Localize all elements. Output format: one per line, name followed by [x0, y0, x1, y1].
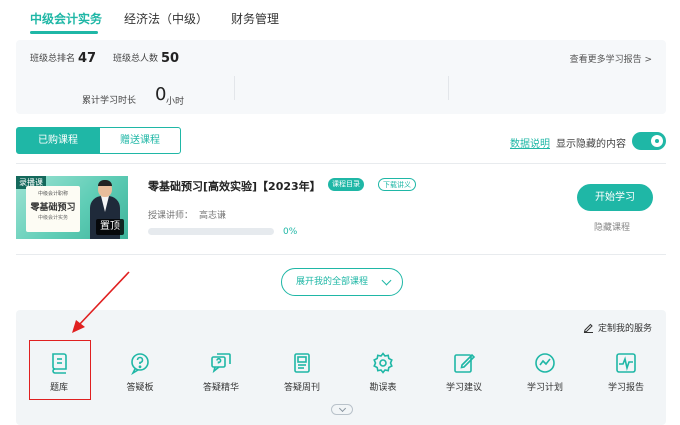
service-label: 学习报告	[607, 383, 644, 393]
chevron-down-icon	[381, 275, 392, 286]
service-label: 答疑板	[126, 383, 154, 393]
tab-financial-management[interactable]: 财务管理	[231, 10, 279, 27]
pin-top-badge[interactable]: 置顶	[96, 219, 124, 235]
start-learning-button[interactable]: 开始学习	[577, 184, 653, 211]
service-study-advice[interactable]: 学习建议	[432, 351, 496, 393]
tab-purchased-courses[interactable]: 已购课程	[16, 127, 100, 154]
study-stats-card: 班级总排名 47 班级总人数 50 查看更多学习报告 > 累计学习时长 0 小时	[16, 40, 666, 114]
class-rank-value: 47	[78, 51, 97, 66]
study-advice-icon	[452, 351, 476, 375]
service-label: 勘误表	[369, 383, 397, 393]
qa-board-icon	[128, 351, 152, 376]
service-study-report[interactable]: 学习报告	[594, 351, 658, 393]
download-handout-button[interactable]: 下载讲义	[378, 178, 416, 191]
qa-weekly-icon	[290, 351, 314, 375]
divider	[16, 254, 666, 255]
service-label: 学习计划	[526, 383, 563, 393]
active-tab-underline	[30, 31, 98, 34]
hide-course-button[interactable]: 隐藏课程	[594, 220, 630, 233]
annotation-highlight-box	[29, 340, 91, 400]
study-time-value: 0	[155, 84, 167, 105]
tab-gifted-courses[interactable]: 赠送课程	[99, 127, 181, 154]
course-title[interactable]: 零基础预习[高效实验]【2023年】	[148, 178, 321, 194]
customize-service-link[interactable]: 定制我的服务	[583, 321, 652, 336]
class-total-value: 50	[161, 51, 180, 66]
service-label: 答疑精华	[202, 383, 239, 393]
customize-service-label: 定制我的服务	[597, 324, 652, 334]
course-teacher: 授课讲师： 高志谦	[148, 208, 226, 221]
service-label: 学习建议	[445, 383, 482, 393]
errata-gear-icon	[371, 351, 395, 375]
stats-divider	[234, 76, 235, 100]
study-plan-icon	[533, 351, 557, 375]
divider	[16, 163, 666, 164]
class-rank-stats: 班级总排名 47 班级总人数 50	[30, 51, 179, 66]
show-hidden-label: 显示隐藏的内容	[556, 139, 626, 150]
class-total-label: 班级总人数	[112, 54, 158, 64]
expand-all-courses-button[interactable]: 展开我的全部课程	[281, 268, 403, 296]
toggle-knob	[651, 135, 663, 147]
show-hidden-toggle[interactable]	[632, 132, 666, 150]
thumbnail-line-2: 零基础预习	[30, 203, 76, 213]
tab-intermediate-accounting[interactable]: 中级会计实务	[30, 10, 102, 27]
edit-pen-icon	[583, 322, 594, 336]
service-errata[interactable]: 勘误表	[351, 351, 415, 393]
service-study-plan[interactable]: 学习计划	[513, 351, 577, 393]
service-qa-essence[interactable]: 答疑精华	[189, 351, 253, 393]
study-time-unit: 小时	[166, 97, 185, 107]
service-label: 答疑周刊	[283, 383, 320, 393]
teacher-label: 授课讲师：	[148, 211, 194, 221]
more-reports-link[interactable]: 查看更多学习报告 >	[570, 52, 652, 65]
expand-services-chevron-icon[interactable]	[331, 404, 353, 415]
data-note-link[interactable]: 数据说明	[510, 135, 550, 150]
study-time-label: 累计学习时长	[82, 96, 137, 106]
thumbnail-line-3: 中级会计实务	[37, 215, 68, 221]
service-qa-weekly[interactable]: 答疑周刊	[270, 351, 334, 393]
thumbnail-paper: 中级会计职称 零基础预习 中级会计实务	[26, 186, 80, 232]
class-rank-label: 班级总排名	[30, 54, 76, 64]
study-report-icon	[614, 351, 638, 375]
subject-tabs: 中级会计实务 经济法（中级） 财务管理	[0, 0, 680, 34]
course-progress-bar	[148, 228, 274, 235]
course-progress-text: 0%	[283, 227, 298, 237]
thumbnail-line-1: 中级会计职称	[37, 191, 68, 197]
expand-all-courses-label: 展开我的全部课程	[296, 277, 369, 287]
tab-economic-law[interactable]: 经济法（中级）	[124, 10, 208, 27]
course-catalog-button[interactable]: 课程目录	[328, 178, 364, 191]
teacher-name: 高志谦	[199, 211, 227, 221]
qa-essence-icon	[209, 351, 233, 375]
stats-divider	[448, 76, 449, 100]
service-qa-board[interactable]: 答疑板	[108, 351, 172, 393]
